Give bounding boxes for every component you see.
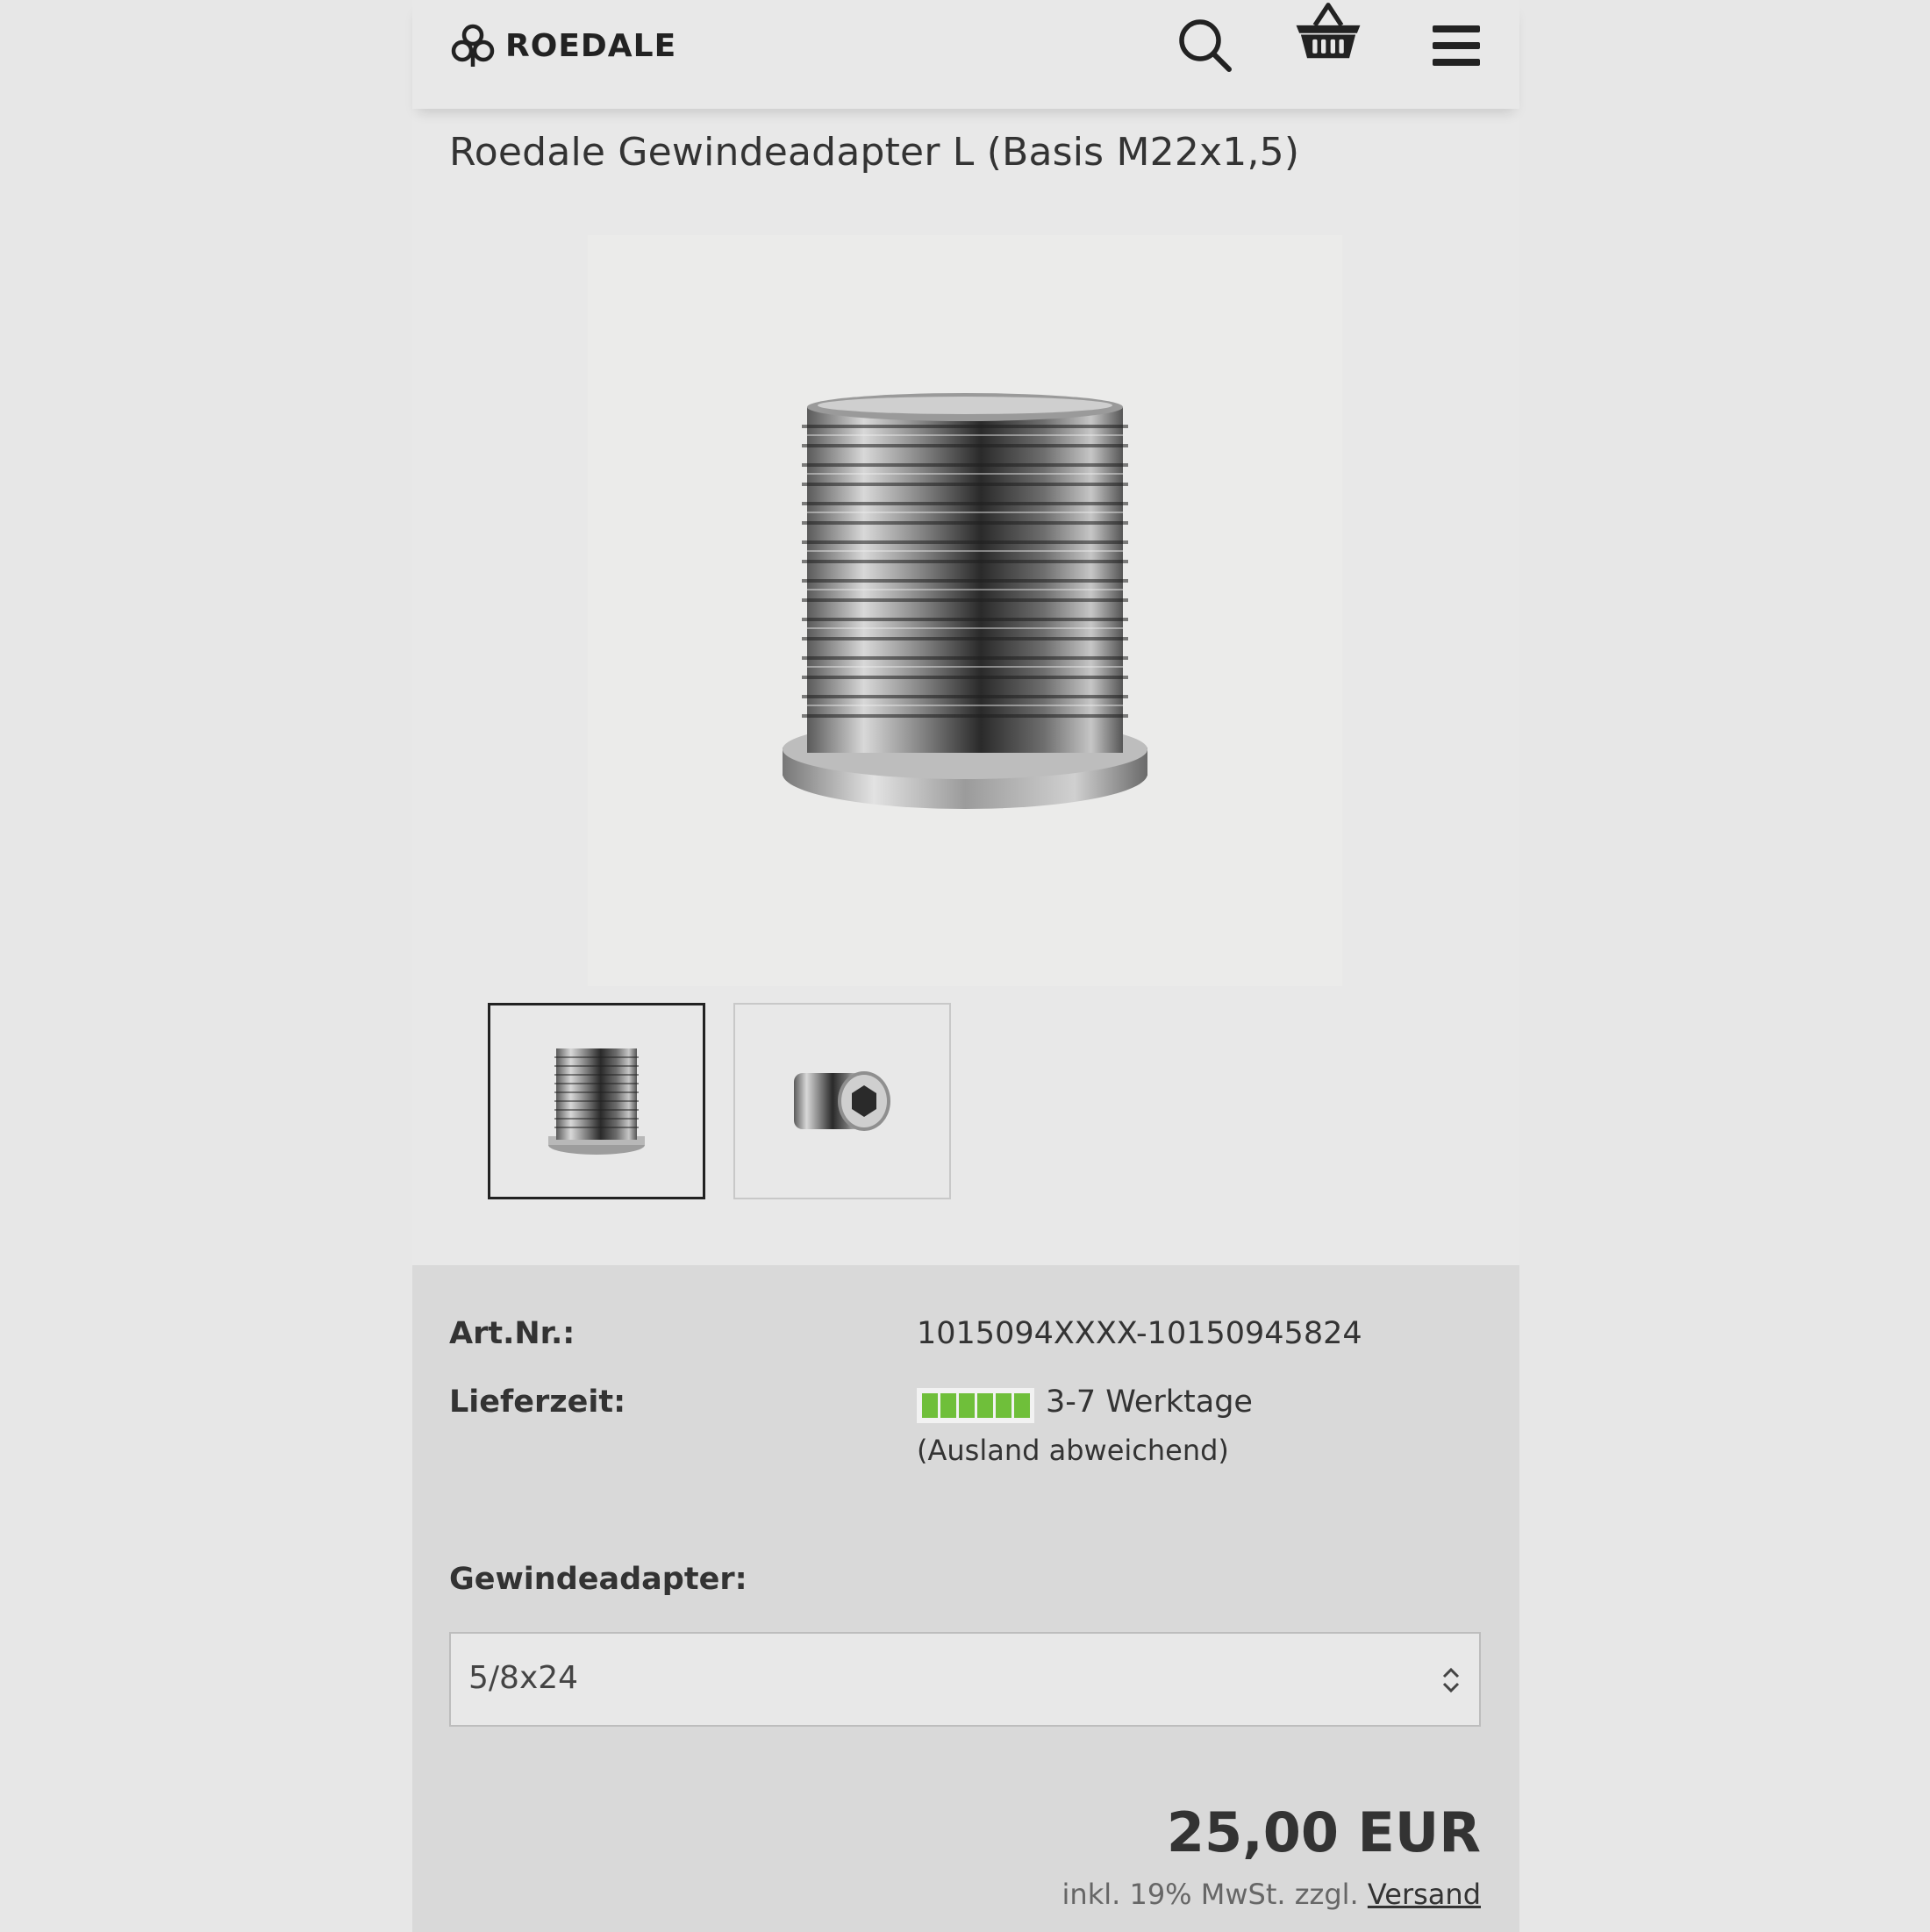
- delivery-note: (Ausland abweichend): [917, 1434, 1229, 1467]
- basket-icon: [1296, 3, 1361, 59]
- product-price: 25,00 EUR: [1166, 1800, 1481, 1864]
- shipping-link[interactable]: Versand: [1368, 1878, 1481, 1911]
- site-header: ROEDALE: [412, 0, 1519, 109]
- cart-button[interactable]: [1293, 0, 1363, 63]
- product-title: Roedale Gewindeadapter L (Basis M22x1,5): [449, 130, 1300, 175]
- delivery-status-indicator: [917, 1388, 1034, 1423]
- variant-label: Gewindeadapter:: [449, 1562, 747, 1597]
- threaded-adapter-thumbnail: [548, 1048, 645, 1155]
- variant-select-value: 5/8x24: [468, 1660, 579, 1696]
- product-details-panel: Art.Nr.: 1015094XXXX-10150945824 Lieferz…: [412, 1265, 1519, 1932]
- thumbnail-2[interactable]: [733, 1003, 951, 1199]
- brand-name: ROEDALE: [505, 27, 677, 64]
- thumbnail-1[interactable]: [488, 1003, 705, 1199]
- hamburger-menu-icon: [1433, 25, 1480, 66]
- delivery-time-value: 3-7 Werktage: [1046, 1385, 1253, 1420]
- delivery-time-label: Lieferzeit:: [449, 1385, 626, 1420]
- product-main-image[interactable]: [588, 235, 1342, 986]
- hex-adapter-thumbnail: [794, 1071, 890, 1131]
- clover-logo-icon: [451, 24, 495, 67]
- threaded-adapter-image: [783, 393, 1147, 809]
- variant-select[interactable]: 5/8x24: [449, 1632, 1481, 1727]
- article-number-value: 1015094XXXX-10150945824: [917, 1316, 1362, 1351]
- updown-chevron-icon: [1442, 1667, 1460, 1693]
- page: ROEDALE Roedale Gewindeadapter L (Basis …: [412, 0, 1519, 1932]
- menu-button[interactable]: [1421, 14, 1491, 77]
- brand-logo[interactable]: ROEDALE: [449, 21, 676, 70]
- article-number-label: Art.Nr.:: [449, 1316, 575, 1351]
- tax-text: inkl. 19% MwSt. zzgl.: [1062, 1878, 1359, 1911]
- search-icon: [1179, 19, 1232, 72]
- search-button[interactable]: [1170, 14, 1240, 77]
- tax-info: inkl. 19% MwSt. zzgl. Versand: [1062, 1878, 1481, 1911]
